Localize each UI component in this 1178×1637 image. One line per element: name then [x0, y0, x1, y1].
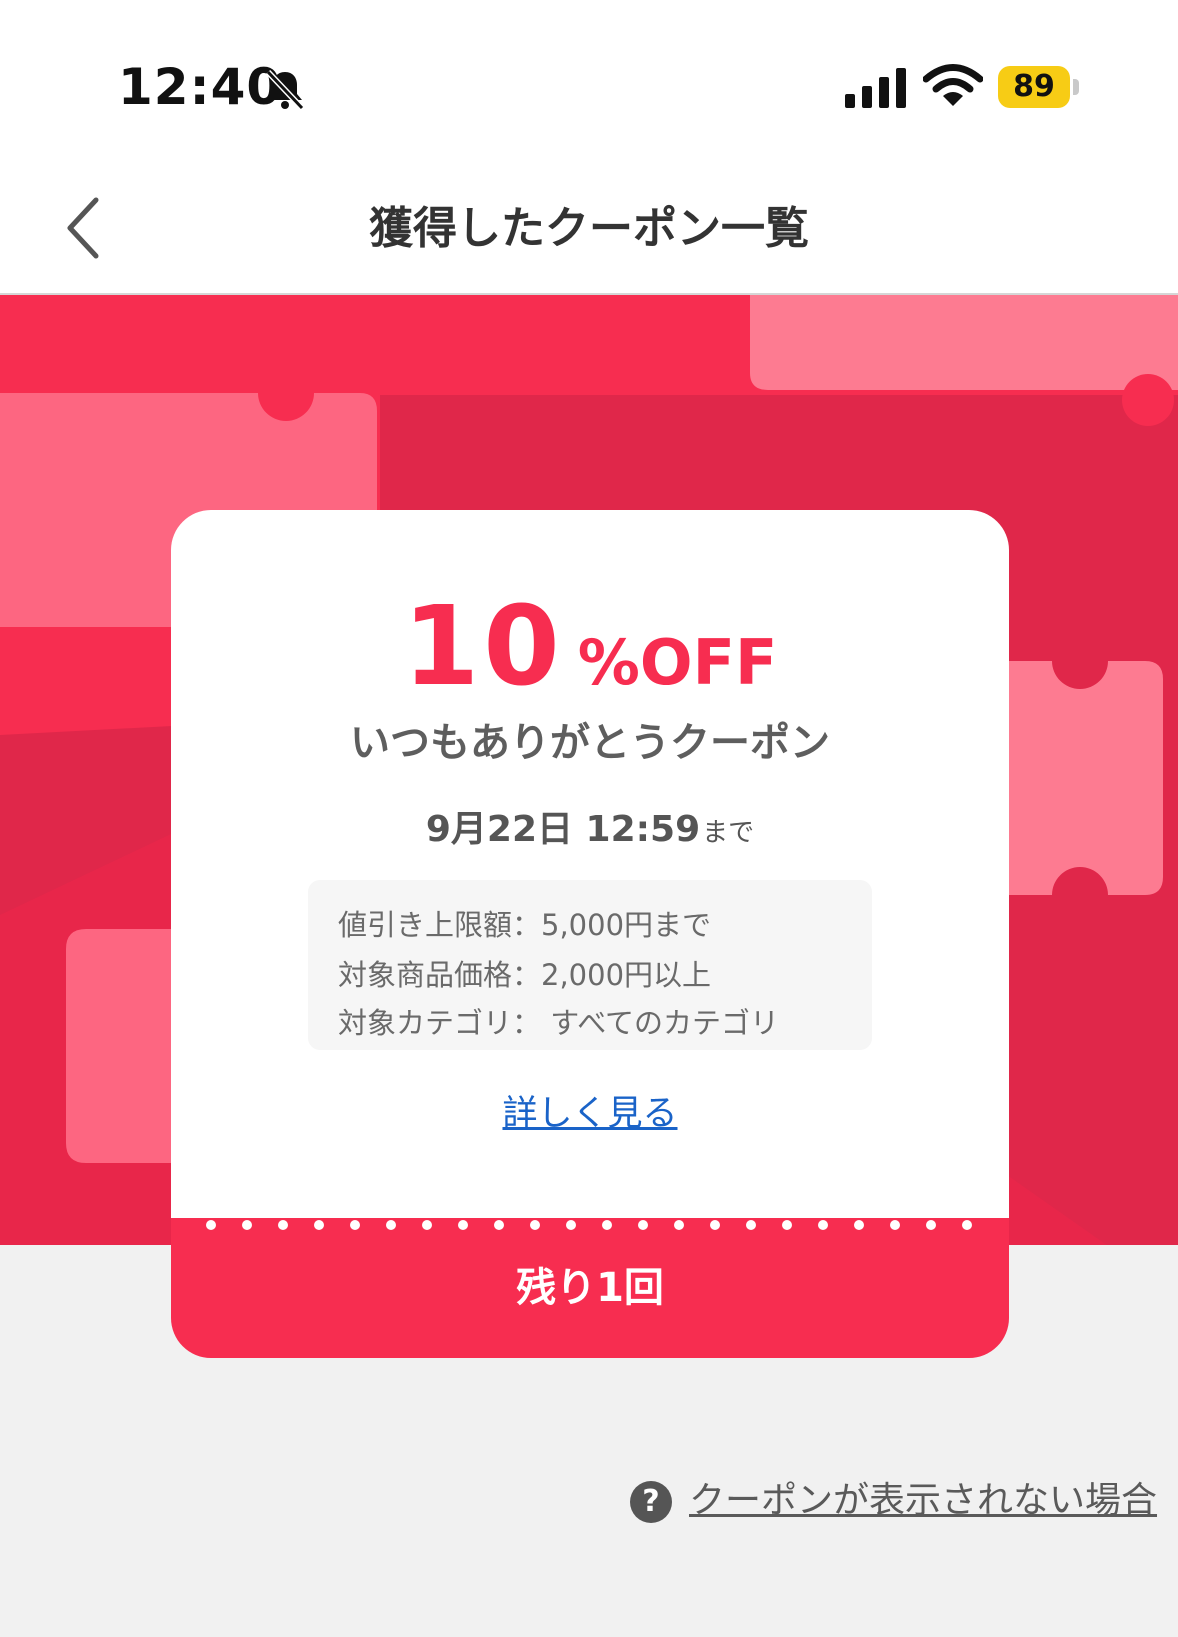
perforation-dot: [566, 1220, 576, 1230]
condition-category: 対象カテゴリ： すべてのカテゴリ: [338, 1006, 780, 1040]
perforation-dot: [890, 1220, 900, 1230]
discount-value: 10: [402, 582, 564, 710]
perforation-dot: [602, 1220, 612, 1230]
perforation-divider: [206, 1220, 972, 1230]
battery-level: 89: [1013, 69, 1055, 104]
perforation-dot: [350, 1220, 360, 1230]
details-link[interactable]: 詳しく見る: [171, 1085, 1009, 1136]
coupon-deadline: 9月22日 12:59まで: [171, 800, 1009, 852]
status-time: 12:40: [118, 58, 283, 116]
perforation-dot: [314, 1220, 324, 1230]
perforation-dot: [242, 1220, 252, 1230]
help-link-text[interactable]: クーポンが表示されない場合: [689, 1476, 1157, 1526]
bell-muted-icon: [265, 69, 305, 111]
condition-max-discount: 値引き上限額：5,000円まで: [338, 908, 712, 942]
perforation-dot: [818, 1220, 828, 1230]
status-bar: 12:40 89: [0, 0, 1178, 170]
coupon-card[interactable]: 10 %OFF いつもありがとうクーポン 9月22日 12:59まで 値引き上限額…: [171, 510, 1009, 1358]
discount-label: 10 %OFF: [171, 582, 1009, 710]
coupon-conditions: 値引き上限額：5,000円まで 対象商品価格：2,000円以上 対象カテゴリ： …: [308, 880, 872, 1050]
battery-indicator: 89: [998, 66, 1082, 110]
perforation-dot: [530, 1220, 540, 1230]
perforation-dot: [422, 1220, 432, 1230]
perforation-dot: [962, 1220, 972, 1230]
perforation-dot: [206, 1220, 216, 1230]
perforation-dot: [458, 1220, 468, 1230]
perforation-dot: [854, 1220, 864, 1230]
page-title: 獲得したクーポン一覧: [369, 203, 809, 254]
coupon-remaining-strip: 残り1回: [171, 1218, 1009, 1358]
perforation-dot: [494, 1220, 504, 1230]
question-circle-icon: ?: [630, 1481, 672, 1523]
wifi-icon: [923, 64, 983, 106]
signal-icon: [845, 68, 906, 108]
perforation-dot: [638, 1220, 648, 1230]
deadline-suffix: まで: [702, 818, 755, 848]
coupon-body: 10 %OFF いつもありがとうクーポン 9月22日 12:59まで 値引き上限額…: [171, 510, 1009, 1218]
condition-min-price: 対象商品価格：2,000円以上: [338, 958, 712, 992]
perforation-dot: [278, 1220, 288, 1230]
battery-tip: [1073, 79, 1079, 95]
discount-unit: %OFF: [577, 626, 778, 699]
perforation-dot: [782, 1220, 792, 1230]
perforation-dot: [386, 1220, 396, 1230]
nav-bar: 獲得したクーポン一覧: [0, 170, 1178, 295]
deadline-date: 9月22日 12:59: [425, 809, 701, 850]
perforation-dot: [710, 1220, 720, 1230]
coupon-name: いつもありがとうクーポン: [350, 720, 830, 766]
chevron-left-icon[interactable]: [58, 192, 108, 264]
remaining-uses: 残り1回: [516, 1265, 664, 1311]
perforation-dot: [674, 1220, 684, 1230]
perforation-dot: [746, 1220, 756, 1230]
perforation-dot: [926, 1220, 936, 1230]
